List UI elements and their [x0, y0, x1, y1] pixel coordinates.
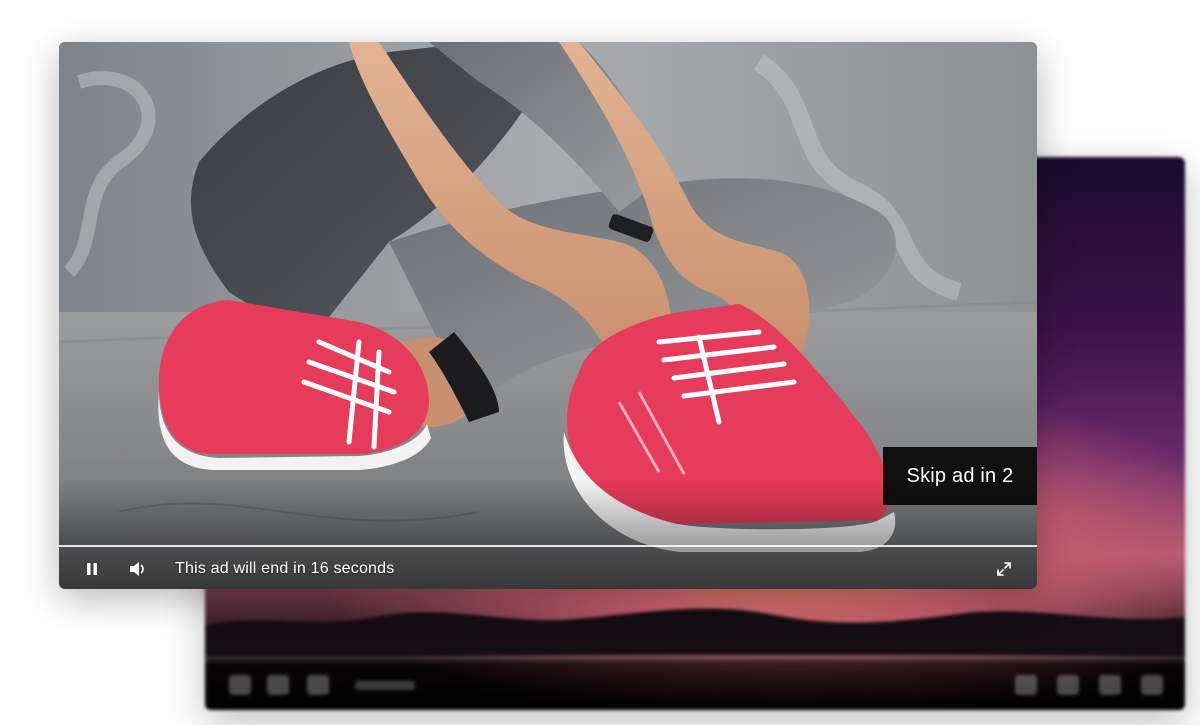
ad-video-frame — [59, 42, 1037, 589]
captions-icon[interactable] — [267, 675, 289, 695]
pause-button[interactable] — [77, 554, 107, 584]
volume-icon — [130, 562, 144, 576]
pause-icon — [87, 563, 97, 575]
skip-ad-button[interactable]: Skip ad in 2 — [883, 447, 1037, 505]
ad-progress-bar — [59, 545, 1037, 547]
volume-icon[interactable] — [1099, 675, 1121, 695]
ad-control-bar: This ad will end in 16 seconds — [59, 549, 1037, 589]
fullscreen-icon — [997, 562, 1011, 576]
background-time-display — [355, 681, 415, 690]
picture-in-picture-icon[interactable] — [1015, 675, 1037, 695]
background-hills — [205, 608, 1185, 655]
settings-icon[interactable] — [307, 675, 329, 695]
stage: Skip ad in 2 This ad will end in 16 seco… — [0, 0, 1200, 725]
ad-video-player[interactable]: Skip ad in 2 This ad will end in 16 seco… — [59, 42, 1037, 589]
play-icon[interactable] — [229, 675, 251, 695]
ad-remaining-message: This ad will end in 16 seconds — [175, 560, 395, 577]
fullscreen-icon[interactable] — [1141, 675, 1163, 695]
share-icon[interactable] — [1057, 675, 1079, 695]
volume-button[interactable] — [123, 554, 153, 584]
fullscreen-button[interactable] — [989, 554, 1019, 584]
background-control-bar — [205, 658, 1185, 710]
